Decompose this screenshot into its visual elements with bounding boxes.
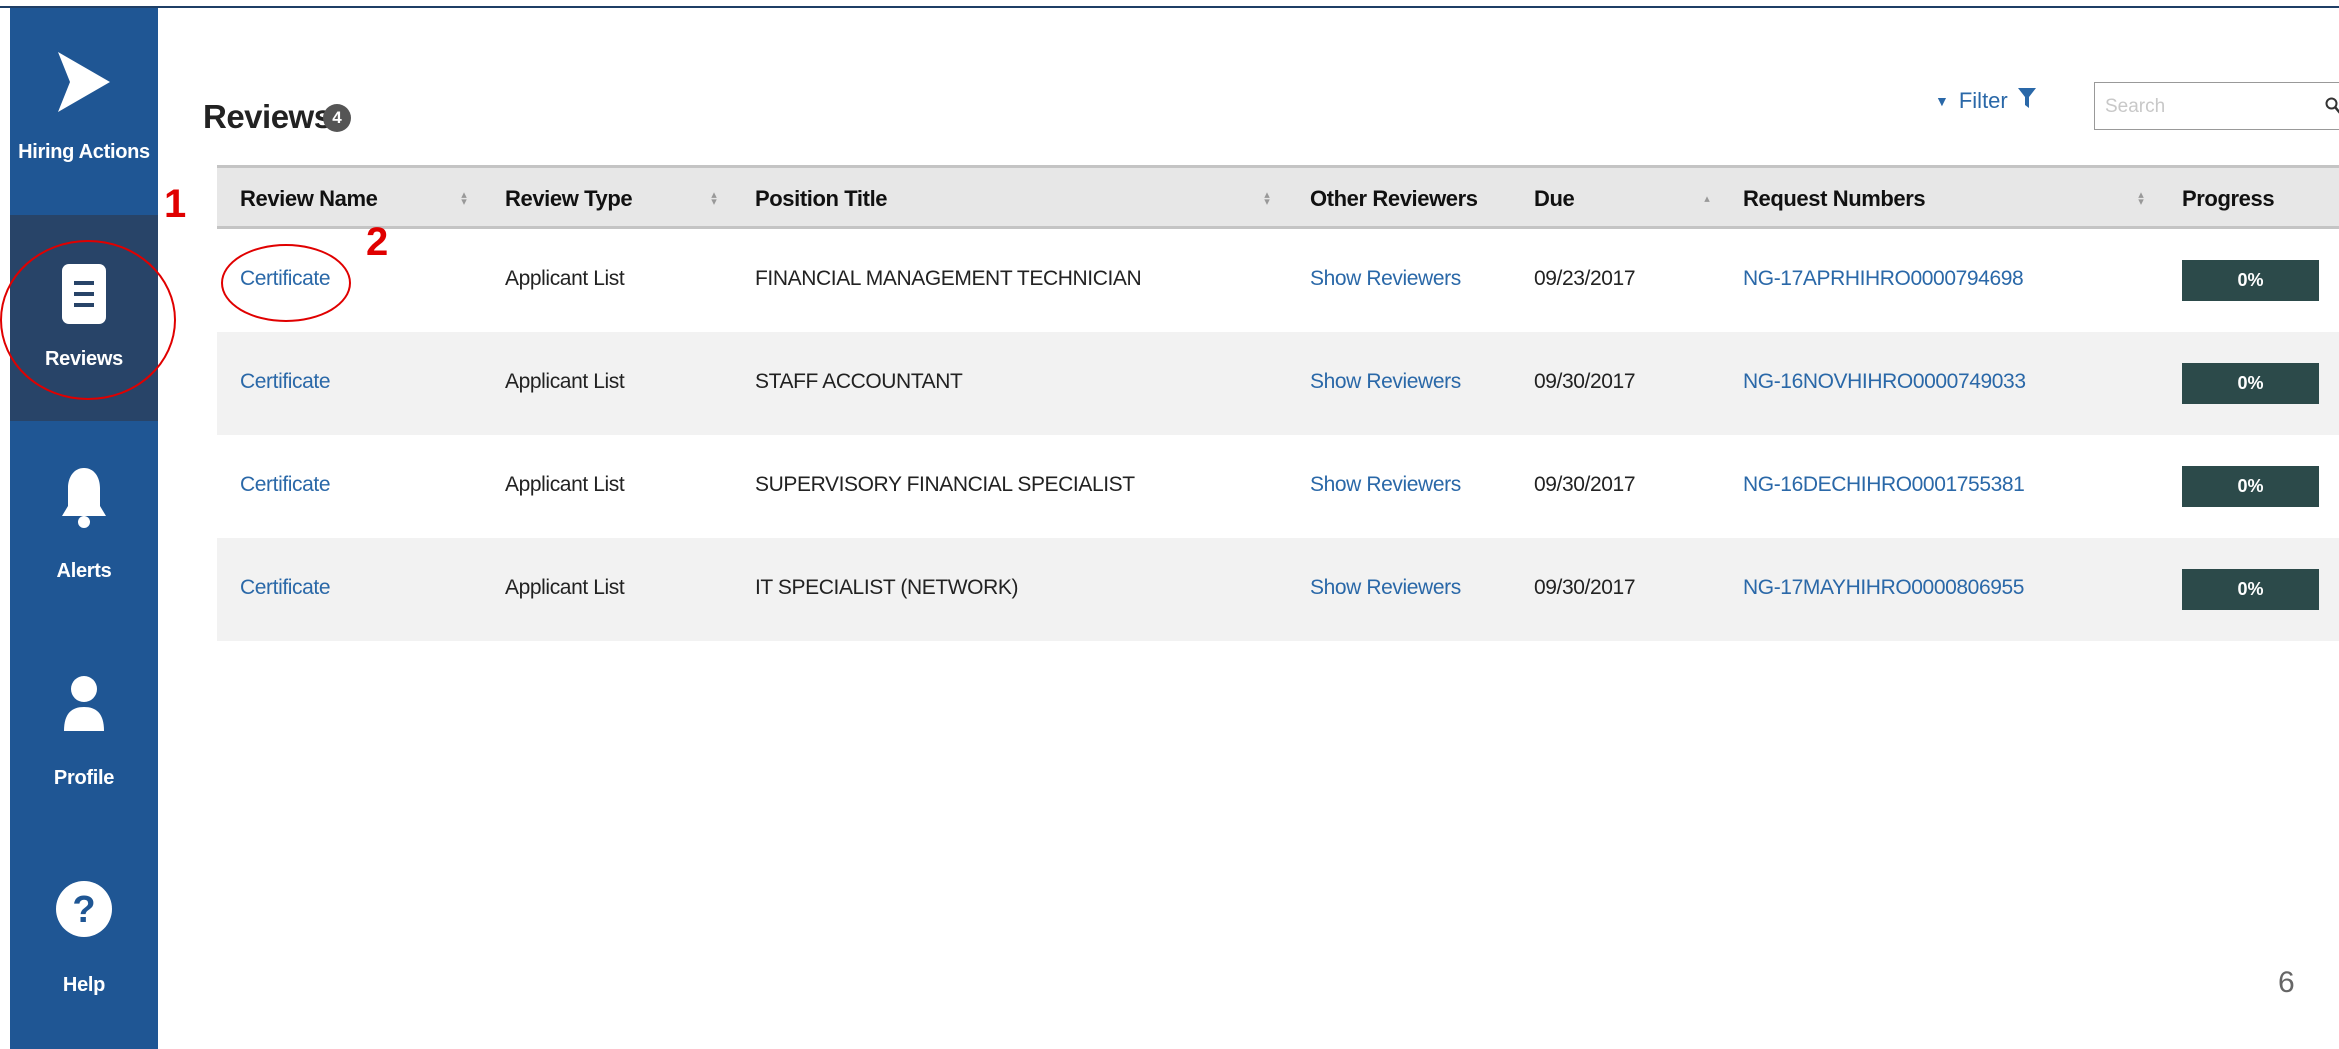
sidebar-item-profile[interactable]: Profile bbox=[10, 628, 158, 834]
question-icon: ? bbox=[10, 880, 158, 938]
position-title: STAFF ACCOUNTANT bbox=[755, 370, 963, 393]
annotation-number-1: 1 bbox=[164, 182, 187, 226]
due-date: 09/30/2017 bbox=[1534, 576, 1636, 599]
table-row: Certificate Applicant List SUPERVISORY F… bbox=[217, 435, 2339, 538]
sidebar-item-alerts[interactable]: Alerts bbox=[10, 421, 158, 627]
filter-label: Filter bbox=[1958, 88, 2008, 113]
column-header-due[interactable]: Due bbox=[1534, 186, 1575, 212]
show-reviewers-link[interactable]: Show Reviewers bbox=[1310, 473, 1461, 497]
search-icon[interactable] bbox=[2325, 97, 2339, 120]
review-type: Applicant List bbox=[505, 576, 625, 599]
sort-ascending-icon[interactable]: ▴ bbox=[1701, 194, 1713, 205]
progress-badge: 0% bbox=[2182, 363, 2319, 404]
column-header-other-reviewers: Other Reviewers bbox=[1310, 186, 1478, 211]
sort-icon[interactable]: ▴ ▾ bbox=[458, 190, 470, 208]
request-number-link[interactable]: NG-16NOVHIHRO0000749033 bbox=[1743, 370, 2026, 394]
review-type: Applicant List bbox=[505, 267, 625, 290]
search-box bbox=[2094, 82, 2339, 130]
show-reviewers-link[interactable]: Show Reviewers bbox=[1310, 267, 1461, 291]
filter-button[interactable]: ▼ Filter bbox=[1935, 88, 2036, 114]
sidebar-item-hiring-actions[interactable]: Hiring Actions bbox=[10, 8, 158, 214]
sidebar-item-label: Help bbox=[62, 974, 106, 996]
sort-icon[interactable]: ▴ ▾ bbox=[1261, 190, 1273, 208]
sort-icon[interactable]: ▴ ▾ bbox=[708, 190, 720, 208]
show-reviewers-link[interactable]: Show Reviewers bbox=[1310, 576, 1461, 600]
count-badge: 4 bbox=[323, 104, 351, 132]
svg-text:?: ? bbox=[72, 889, 95, 931]
position-title: IT SPECIALIST (NETWORK) bbox=[755, 576, 1019, 599]
request-number-link[interactable]: NG-16DECHIHRO0001755381 bbox=[1743, 473, 2025, 497]
position-title: SUPERVISORY FINANCIAL SPECIALIST bbox=[755, 473, 1135, 496]
caret-down-icon: ▼ bbox=[1935, 93, 1949, 109]
annotation-circle-reviews bbox=[0, 240, 176, 400]
sort-icon[interactable]: ▴ ▾ bbox=[2135, 190, 2147, 208]
sidebar-item-label: Alerts bbox=[56, 560, 112, 582]
column-header-review-name[interactable]: Review Name bbox=[240, 186, 378, 212]
show-reviewers-link[interactable]: Show Reviewers bbox=[1310, 370, 1461, 394]
progress-badge: 0% bbox=[2182, 260, 2319, 301]
review-type: Applicant List bbox=[505, 370, 625, 393]
top-border bbox=[0, 6, 2339, 8]
request-number-link[interactable]: NG-17APRHIHRO0000794698 bbox=[1743, 267, 2024, 291]
column-header-position-title[interactable]: Position Title bbox=[755, 186, 888, 212]
person-icon bbox=[10, 675, 158, 731]
due-date: 09/30/2017 bbox=[1534, 473, 1636, 496]
sidebar-item-label: Hiring Actions bbox=[18, 141, 150, 163]
funnel-icon bbox=[2017, 88, 2036, 114]
review-name-link[interactable]: Certificate bbox=[240, 473, 331, 497]
table-header: Review Name ▴ ▾ Review Type ▴ ▾ Position T… bbox=[217, 165, 2339, 229]
position-title: FINANCIAL MANAGEMENT TECHNICIAN bbox=[755, 267, 1142, 290]
page-number: 6 bbox=[2278, 966, 2295, 999]
due-date: 09/30/2017 bbox=[1534, 370, 1636, 393]
progress-badge: 0% bbox=[2182, 569, 2319, 610]
paper-plane-icon bbox=[10, 52, 158, 112]
review-name-link[interactable]: Certificate bbox=[240, 576, 331, 600]
request-number-link[interactable]: NG-17MAYHIHRO0000806955 bbox=[1743, 576, 2024, 600]
column-header-review-type[interactable]: Review Type bbox=[505, 186, 633, 212]
table-row: Certificate Applicant List FINANCIAL MAN… bbox=[217, 229, 2339, 332]
bell-icon bbox=[10, 466, 158, 530]
annotation-number-2: 2 bbox=[366, 220, 389, 264]
sidebar-item-help[interactable]: ? Help bbox=[10, 835, 158, 1041]
table-row: Certificate Applicant List STAFF ACCOUNT… bbox=[217, 332, 2339, 435]
due-date: 09/23/2017 bbox=[1534, 267, 1636, 290]
search-input[interactable] bbox=[2103, 91, 2307, 123]
annotation-circle-certificate bbox=[221, 244, 351, 322]
page-title: Reviews bbox=[203, 98, 332, 135]
sidebar-nav: Hiring Actions Reviews Alerts Profile ? … bbox=[10, 8, 158, 1049]
column-header-request-numbers[interactable]: Request Numbers bbox=[1743, 186, 1926, 212]
review-name-link[interactable]: Certificate bbox=[240, 370, 331, 394]
review-type: Applicant List bbox=[505, 473, 625, 496]
sidebar-item-label: Profile bbox=[53, 767, 115, 789]
progress-badge: 0% bbox=[2182, 466, 2319, 507]
column-header-progress: Progress bbox=[2182, 186, 2275, 211]
table-row: Certificate Applicant List IT SPECIALIST… bbox=[217, 538, 2339, 641]
